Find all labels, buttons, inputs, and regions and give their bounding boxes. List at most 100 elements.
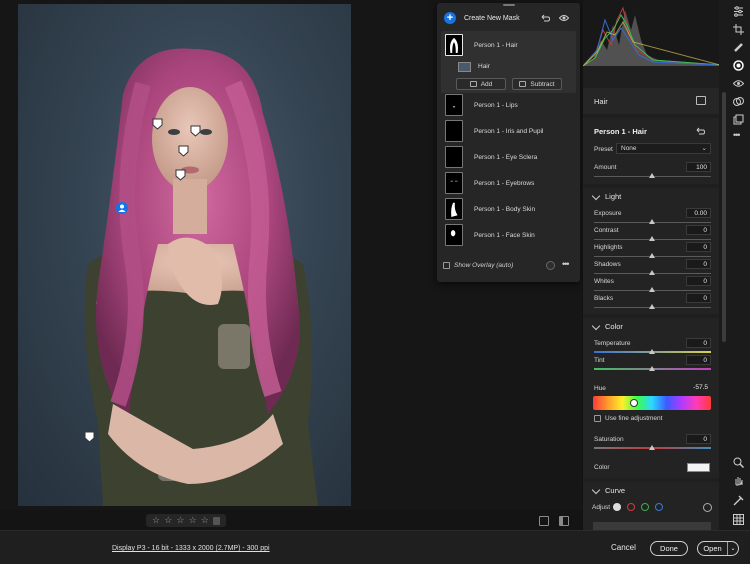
star-icon[interactable]: ☆ [164,516,172,525]
done-button[interactable]: Done [650,541,688,556]
mask-list-item[interactable]: Person 1 - Iris and Pupil [441,119,576,144]
zoom-icon[interactable] [733,457,744,468]
curve-graph[interactable] [593,522,711,530]
mask-pin-icon[interactable] [178,145,189,157]
mask-pin-icon[interactable] [175,169,186,181]
slider-knob[interactable] [649,366,655,371]
mask-name[interactable]: Person 1 - Iris and Pupil [474,128,543,135]
star-icon[interactable]: ☆ [201,516,209,525]
grid-icon[interactable] [733,514,744,525]
blacks-slider[interactable]: Blacks 0 [583,293,719,313]
slider-knob[interactable] [649,270,655,275]
curve-white-channel[interactable] [613,503,621,511]
show-overlay-checkbox[interactable] [443,262,450,269]
color-swatch[interactable] [687,463,710,472]
mask-pin-icon[interactable] [190,125,201,137]
preset-dropdown[interactable]: None ⌄ [616,143,711,154]
eye-icon[interactable] [559,14,569,22]
mask-thumbnail[interactable] [445,172,463,194]
curve-green-channel[interactable] [641,503,649,511]
amount-value[interactable]: 100 [686,162,711,172]
mask-list-item[interactable]: Person 1 - Body Skin [441,197,576,222]
mask-group-label[interactable]: Person 1 - Hair [474,42,518,49]
slider-knob[interactable] [649,253,655,258]
mask-thumbnail[interactable] [445,120,463,142]
mask-name[interactable]: Person 1 - Body Skin [474,206,535,213]
chevron-down-icon[interactable]: ⌄ [727,542,738,555]
star-icon[interactable]: ☆ [176,516,184,525]
sampler-icon[interactable] [733,495,744,506]
single-view-icon[interactable] [539,516,549,526]
curve-blue-channel[interactable] [655,503,663,511]
snapshots-icon[interactable] [733,114,744,125]
masking-icon[interactable] [733,60,744,71]
mask-group-hair[interactable]: Person 1 - Hair Hair Add Subtract [441,31,576,93]
mask-thumbnail[interactable] [445,34,463,56]
reset-icon[interactable] [696,127,705,135]
mask-preview-icon[interactable] [696,96,706,105]
edit-sliders-icon[interactable] [733,6,744,17]
photo-preview[interactable] [18,4,351,506]
create-new-mask-label[interactable]: Create New Mask [464,15,520,22]
add-to-mask-button[interactable]: Add [456,78,506,90]
mask-name[interactable]: Person 1 - Face Skin [474,232,535,239]
target-adjust-icon[interactable] [703,503,712,512]
mask-name[interactable]: Person 1 - Lips [474,102,518,109]
cancel-button[interactable]: Cancel [611,543,636,552]
hue-spectrum-bar[interactable] [593,396,711,410]
show-overlay-label[interactable]: Show Overlay (auto) [454,262,513,269]
amount-slider[interactable]: Amount 100 [583,162,719,182]
presets-icon[interactable] [733,96,744,107]
person-pin-icon[interactable] [116,202,128,214]
mask-pin-icon[interactable] [84,431,95,443]
file-info-link[interactable]: Display P3 - 16 bit - 1333 x 2000 (2.7MP… [112,545,270,552]
subtract-from-mask-button[interactable]: Subtract [512,78,562,90]
hand-icon[interactable] [733,475,744,486]
tint-slider[interactable]: Tint 0 [583,355,719,375]
edit-panel-scrollbar[interactable] [722,92,726,342]
mask-list-item[interactable]: Person 1 - Eyebrows [441,171,576,196]
mask-pin-icon[interactable] [152,118,163,130]
mask-list-item[interactable]: Person 1 - Eye Sclera [441,145,576,170]
slider-knob[interactable] [649,173,655,178]
crop-icon[interactable] [733,24,744,35]
hair-component-label[interactable]: Hair [478,63,490,70]
mask-list-item[interactable]: Person 1 - Face Skin [441,223,576,248]
mask-name[interactable]: Person 1 - Eyebrows [474,180,534,187]
slider-knob[interactable] [649,304,655,309]
reset-icon[interactable] [541,14,550,22]
mask-thumbnail[interactable] [445,198,463,220]
curve-section-header[interactable]: Curve [583,482,719,500]
plus-icon[interactable]: + [444,12,456,24]
slider-knob[interactable] [649,287,655,292]
mask-list-item[interactable]: Person 1 - Lips [441,93,576,118]
red-eye-icon[interactable] [733,78,744,89]
star-rating[interactable]: ☆ ☆ ☆ ☆ ☆ [146,514,226,527]
more-options-icon[interactable]: ••• [562,259,570,269]
hue-picker-handle[interactable] [630,399,638,407]
healing-icon[interactable] [733,42,744,53]
mask-thumbnail[interactable] [445,224,463,246]
drag-handle[interactable] [503,4,515,6]
saturation-slider[interactable]: Saturation 0 [583,434,719,454]
slider-knob[interactable] [649,445,655,450]
star-icon[interactable]: ☆ [152,516,160,525]
mask-name[interactable]: Person 1 - Eye Sclera [474,154,537,161]
trash-icon[interactable] [212,516,220,525]
star-icon[interactable]: ☆ [189,516,197,525]
overlay-color-swatch[interactable] [546,261,555,270]
curve-red-channel[interactable] [627,503,635,511]
slider-knob[interactable] [649,349,655,354]
color-section-header[interactable]: Color [583,318,719,336]
hair-component-thumbnail[interactable] [458,62,471,72]
more-tools-icon[interactable]: ••• [733,130,744,141]
compare-view-icon[interactable] [559,516,569,526]
light-section-header[interactable]: Light [583,188,719,206]
open-button[interactable]: Open ⌄ [697,541,739,556]
slider-knob[interactable] [649,219,655,224]
fine-adjustment-checkbox[interactable] [594,415,601,422]
fine-adjustment-label[interactable]: Use fine adjustment [605,415,662,422]
slider-knob[interactable] [649,236,655,241]
mask-thumbnail[interactable] [445,146,463,168]
mask-thumbnail[interactable] [445,94,463,116]
